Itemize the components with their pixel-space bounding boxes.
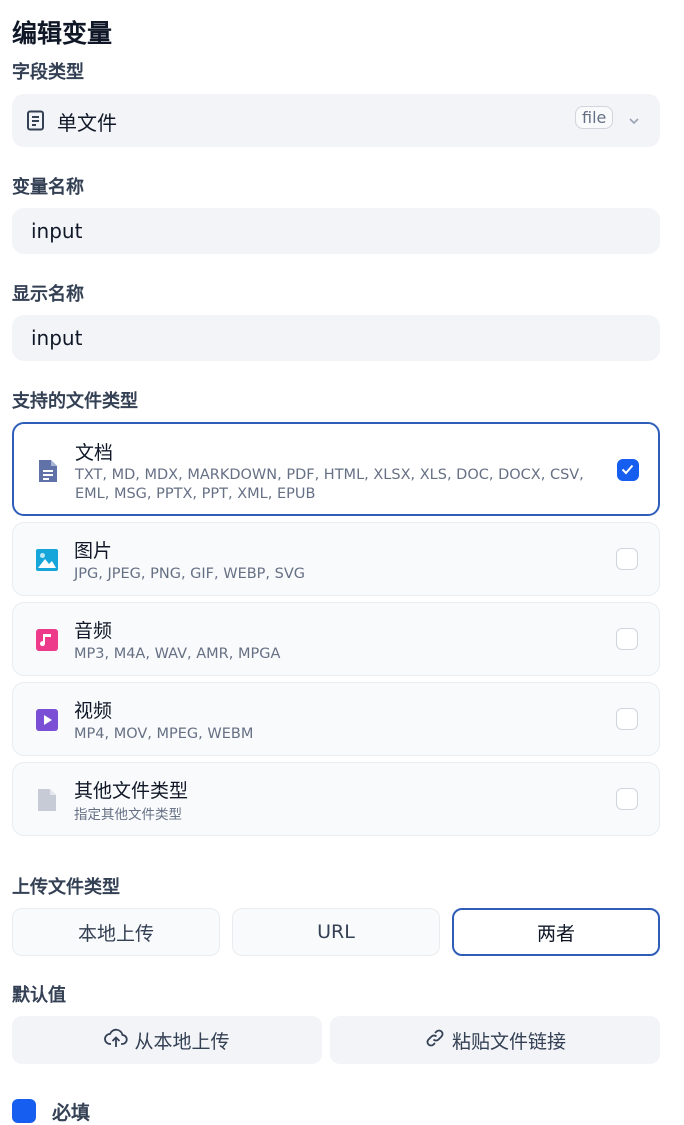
file-type-checkbox[interactable] bbox=[617, 459, 639, 481]
video-file-icon bbox=[35, 708, 59, 732]
file-type-checkbox[interactable] bbox=[616, 708, 638, 730]
audio-file-icon bbox=[35, 628, 59, 652]
default-value-label: 默认值 bbox=[12, 985, 66, 1006]
file-type-image[interactable]: 图片 JPG, JPEG, PNG, GIF, WEBP, SVG bbox=[12, 522, 660, 596]
file-type-extensions: 指定其他文件类型 bbox=[74, 807, 182, 823]
display-name-value: input bbox=[31, 326, 83, 350]
file-type-extensions: MP3, M4A, WAV, AMR, MPGA bbox=[74, 646, 281, 662]
file-type-extensions: MP4, MOV, MPEG, WEBM bbox=[74, 726, 254, 742]
variable-name-value: input bbox=[31, 219, 83, 243]
variable-name-input[interactable]: input bbox=[12, 208, 660, 254]
required-checkbox[interactable] bbox=[12, 1099, 36, 1123]
file-type-checkbox[interactable] bbox=[616, 548, 638, 570]
display-name-input[interactable]: input bbox=[12, 315, 660, 361]
field-type-badge: file bbox=[575, 106, 614, 129]
upload-option-url[interactable]: URL bbox=[232, 908, 440, 956]
page-title: 编辑变量 bbox=[12, 19, 113, 48]
upload-local-label: 从本地上传 bbox=[134, 1030, 230, 1053]
file-types-label: 支持的文件类型 bbox=[12, 391, 138, 412]
file-type-extensions: TXT, MD, MDX, MARKDOWN, PDF, HTML, XLSX,… bbox=[75, 467, 584, 502]
document-icon bbox=[26, 110, 46, 132]
display-name-label: 显示名称 bbox=[12, 284, 84, 305]
paste-link-button[interactable]: 粘贴文件链接 bbox=[330, 1016, 660, 1064]
field-type-label: 字段类型 bbox=[12, 62, 84, 83]
file-type-name: 文档 bbox=[75, 442, 114, 464]
document-file-icon bbox=[36, 458, 60, 482]
generic-file-icon bbox=[35, 787, 59, 811]
field-type-value: 单文件 bbox=[57, 111, 117, 135]
file-type-name: 图片 bbox=[74, 540, 113, 562]
file-type-audio[interactable]: 音频 MP3, M4A, WAV, AMR, MPGA bbox=[12, 602, 660, 676]
upload-cloud-icon bbox=[104, 1027, 129, 1054]
file-type-document[interactable]: 文档 TXT, MD, MDX, MARKDOWN, PDF, HTML, XL… bbox=[12, 422, 660, 516]
upload-option-local[interactable]: 本地上传 bbox=[12, 908, 220, 956]
file-type-video[interactable]: 视频 MP4, MOV, MPEG, WEBM bbox=[12, 682, 660, 756]
chevron-down-icon bbox=[627, 113, 641, 132]
file-type-other[interactable]: 其他文件类型 指定其他文件类型 bbox=[12, 762, 660, 836]
image-file-icon bbox=[35, 548, 59, 572]
required-label: 必填 bbox=[52, 1102, 91, 1124]
field-type-select[interactable]: 单文件 file bbox=[12, 94, 660, 147]
file-type-checkbox[interactable] bbox=[616, 788, 638, 810]
upload-method-label: 上传文件类型 bbox=[12, 877, 120, 898]
variable-name-label: 变量名称 bbox=[12, 177, 84, 198]
link-icon bbox=[424, 1027, 446, 1054]
paste-link-label: 粘贴文件链接 bbox=[451, 1030, 566, 1053]
file-type-name: 音频 bbox=[74, 620, 113, 642]
file-type-name: 视频 bbox=[74, 700, 113, 722]
file-type-checkbox[interactable] bbox=[616, 628, 638, 650]
upload-option-both[interactable]: 两者 bbox=[452, 908, 660, 956]
upload-local-button[interactable]: 从本地上传 bbox=[12, 1016, 322, 1064]
file-type-extensions: JPG, JPEG, PNG, GIF, WEBP, SVG bbox=[74, 566, 305, 582]
file-type-name: 其他文件类型 bbox=[74, 780, 189, 802]
